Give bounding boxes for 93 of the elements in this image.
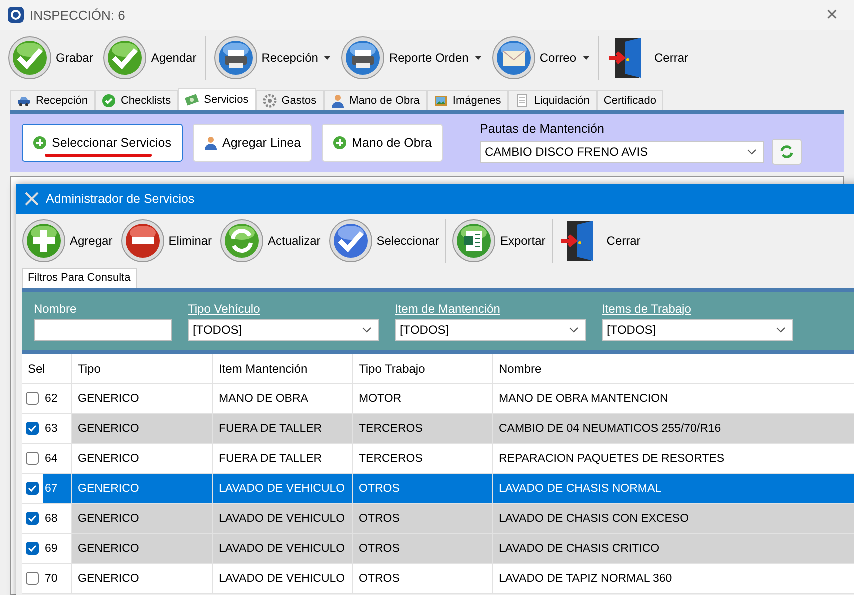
panel-button[interactable]: Agregar Linea — [192, 124, 312, 162]
toolbar-button[interactable]: Grabar — [4, 32, 98, 84]
checkbox[interactable] — [26, 512, 39, 525]
envelope-icon — [492, 36, 536, 80]
toolbar-button[interactable]: Correo — [488, 32, 594, 84]
plus-icon — [22, 219, 66, 263]
panel-button[interactable]: Mano de Obra — [322, 124, 443, 162]
refresh-icon — [779, 144, 795, 160]
chevron-down-icon — [569, 326, 579, 332]
table-cell: GENERICO — [72, 474, 213, 503]
caret-icon — [324, 56, 332, 60]
check-circle-icon — [102, 94, 116, 108]
checkbox[interactable] — [26, 572, 39, 585]
person-icon — [330, 94, 345, 108]
table-cell: LAVADO DE CHASIS CON EXCESO — [493, 504, 854, 533]
minus-icon — [120, 219, 165, 263]
checkbox[interactable] — [26, 452, 39, 465]
table-cell: LAVADO DE CHASIS CRITICO — [493, 534, 854, 563]
refresh-button[interactable] — [772, 138, 802, 164]
dialog-title: Administrador de Servicios — [46, 192, 195, 206]
dropdown-field[interactable]: CAMBIO DISCO FRENO AVIS — [480, 140, 764, 162]
table-cell: CAMBIO DE 04 NEUMATICOS 255/70/R16 — [493, 414, 854, 443]
chevron-down-icon — [776, 326, 786, 332]
check-icon — [8, 36, 52, 80]
check-icon — [328, 219, 373, 263]
table-cell: 67 — [43, 474, 71, 503]
chevron-down-icon — [747, 148, 757, 154]
table-cell: LAVADO DE CHASIS NORMAL — [493, 474, 854, 503]
toolbar-button[interactable]: Actualizar — [216, 215, 325, 267]
table-cell: OTROS — [353, 474, 493, 503]
window-title: INSPECCIÓN: 6 — [30, 8, 126, 22]
chevron-down-icon — [362, 326, 372, 332]
checkbox[interactable] — [26, 392, 39, 405]
table-cell: TERCEROS — [353, 414, 493, 443]
tab[interactable]: Recepción — [10, 90, 95, 110]
tab[interactable]: Imágenes — [426, 90, 508, 110]
toolbar-button[interactable]: Recepción — [210, 32, 336, 84]
dropdown-field[interactable]: [TODOS] — [602, 318, 793, 340]
column-header: Item Mantención — [213, 354, 353, 383]
toolbar-button[interactable]: Reporte Orden — [337, 32, 486, 84]
tab[interactable]: Mano de Obra — [324, 90, 427, 110]
panel-button[interactable]: Seleccionar Servicios — [22, 124, 182, 162]
person-icon — [204, 136, 218, 150]
banknote-icon — [185, 92, 200, 106]
toolbar-button[interactable]: Agregar — [18, 215, 117, 267]
checkbox[interactable] — [26, 542, 39, 555]
plus-icon — [333, 136, 348, 150]
column-header: Tipo Trabajo — [353, 354, 493, 383]
toolbar-button[interactable]: Agendar — [99, 32, 201, 84]
table-cell: FUERA DE TALLER — [213, 414, 353, 443]
spreadsheet-icon — [452, 219, 496, 263]
table-cell: GENERICO — [72, 534, 213, 563]
table-cell: LAVADO DE VEHICULO — [213, 534, 353, 563]
printer-icon — [341, 36, 386, 80]
tab[interactable]: Checklists — [94, 90, 178, 110]
caret-icon — [582, 56, 590, 60]
refresh-icon — [220, 219, 264, 263]
caret-icon — [474, 56, 482, 60]
dropdown-field[interactable]: [TODOS] — [188, 318, 379, 340]
tab[interactable]: Liquidación — [508, 90, 597, 110]
column-header: Tipo — [72, 354, 213, 383]
tools-icon — [24, 191, 40, 207]
dropdown-field[interactable]: [TODOS] — [395, 318, 586, 340]
gear-icon — [262, 94, 277, 108]
tab[interactable]: Certificado — [596, 90, 664, 110]
table-cell: GENERICO — [72, 414, 213, 443]
tab[interactable]: Filtros Para Consulta — [22, 268, 137, 288]
input-field[interactable] — [34, 318, 172, 340]
field-label: Pautas de Mantención — [480, 122, 606, 136]
printer-icon — [214, 36, 258, 80]
plus-icon — [33, 136, 47, 150]
column-header: Sel — [22, 354, 72, 383]
document-icon — [515, 94, 530, 108]
table-cell: LAVADO DE VEHICULO — [213, 474, 353, 503]
column-header: Nombre — [493, 354, 854, 383]
app-logo-icon — [8, 7, 24, 23]
table-cell: OTROS — [353, 534, 493, 563]
toolbar-button[interactable]: Seleccionar — [324, 215, 444, 267]
table-cell: OTROS — [353, 504, 493, 533]
checkbox[interactable] — [26, 422, 39, 435]
table-cell: GENERICO — [72, 504, 213, 533]
toolbar-button[interactable]: Exportar — [448, 215, 550, 267]
table-cell: LAVADO DE VEHICULO — [213, 504, 353, 533]
toolbar-button[interactable]: Cerrar — [554, 215, 645, 267]
tab[interactable]: Gastos — [256, 90, 324, 110]
checkbox[interactable] — [26, 482, 39, 495]
toolbar-button[interactable]: Cerrar — [602, 32, 693, 84]
field-label: Nombre — [34, 302, 78, 316]
check-icon — [103, 36, 148, 80]
image-icon — [434, 94, 448, 108]
toolbar-button[interactable]: Eliminar — [116, 215, 216, 267]
tab[interactable]: Servicios — [178, 88, 256, 110]
close-button[interactable]: × — [826, 4, 846, 26]
